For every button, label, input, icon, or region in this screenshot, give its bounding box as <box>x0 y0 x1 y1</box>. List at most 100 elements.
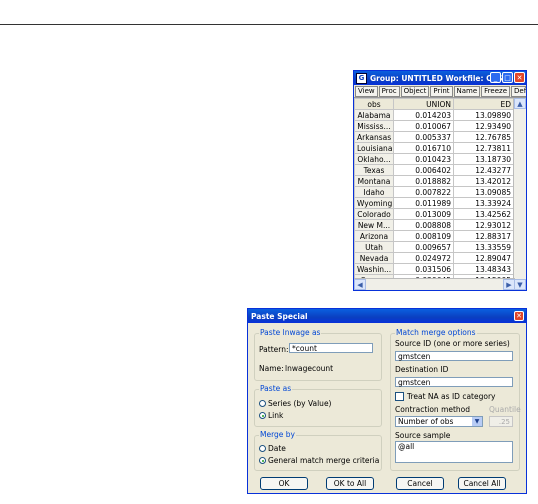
table-row[interactable]: Texas 0.006402 12.43277 <box>354 164 514 176</box>
row-label[interactable]: Utah <box>354 241 394 253</box>
table-cell[interactable]: 12.93490 <box>453 120 514 132</box>
table-cell[interactable]: 12.88317 <box>453 230 514 242</box>
name-button[interactable]: Name <box>453 86 481 97</box>
table-row[interactable]: Washin... 0.031506 13.48343 <box>354 263 514 275</box>
scroll-left-icon[interactable]: ◀ <box>354 279 366 290</box>
close-icon[interactable]: ✕ <box>514 72 525 83</box>
scroll-down-icon[interactable]: ▼ <box>514 279 526 290</box>
table-cell[interactable]: 0.010067 <box>393 120 454 132</box>
row-label[interactable]: Washin... <box>354 263 394 275</box>
table-cell[interactable]: 0.008109 <box>393 230 454 242</box>
default-button[interactable]: Default <box>511 86 526 97</box>
table-cell[interactable]: 0.005337 <box>393 131 454 143</box>
table-cell[interactable]: 12.43277 <box>453 164 514 176</box>
row-label[interactable]: Mississ... <box>354 120 394 132</box>
chevron-down-icon[interactable]: ▼ <box>472 417 482 426</box>
table-cell[interactable]: 0.014203 <box>393 109 454 121</box>
table-cell[interactable]: 12.76785 <box>453 131 514 143</box>
source-id-input[interactable]: gmstcen <box>395 351 513 361</box>
table-cell[interactable]: 13.18730 <box>453 153 514 165</box>
table-row[interactable]: Arkansas 0.005337 12.76785 <box>354 131 514 143</box>
table-cell[interactable]: 13.09085 <box>453 186 514 198</box>
table-row[interactable]: Mississ... 0.010067 12.93490 <box>354 120 514 132</box>
table-row[interactable]: Utah 0.009657 13.33559 <box>354 241 514 253</box>
paste-special-dialog[interactable]: Paste Special ✕ Paste lnwage as Pattern:… <box>247 308 527 494</box>
pattern-input[interactable]: *count <box>289 343 373 353</box>
table-cell[interactable]: 0.011989 <box>393 197 454 209</box>
print-button[interactable]: Print <box>430 86 453 97</box>
close-icon[interactable]: ✕ <box>514 311 524 321</box>
view-button[interactable]: View <box>355 86 378 97</box>
row-label[interactable]: Montana <box>354 175 394 187</box>
row-label[interactable]: Oklaho... <box>354 153 394 165</box>
row-label[interactable]: Arizona <box>354 230 394 242</box>
column-header-obs[interactable]: obs <box>354 98 394 110</box>
table-cell[interactable]: 13.42012 <box>453 175 514 187</box>
minimize-icon[interactable]: _ <box>490 72 501 83</box>
column-header-ed[interactable]: ED <box>453 98 514 110</box>
scroll-up-icon[interactable]: ▲ <box>514 98 526 109</box>
table-cell[interactable]: 12.89047 <box>453 252 514 264</box>
ok-button[interactable]: OK <box>260 477 308 490</box>
table-row[interactable]: Nevada 0.024972 12.89047 <box>354 252 514 264</box>
table-cell[interactable]: 0.024972 <box>393 252 454 264</box>
table-cell[interactable]: 0.006402 <box>393 164 454 176</box>
row-label[interactable]: Idaho <box>354 186 394 198</box>
table-cell[interactable]: 13.09890 <box>453 109 514 121</box>
group-window[interactable]: G Group: UNTITLED Workfile: CPS... _ □ ✕… <box>353 70 527 291</box>
scroll-right-icon[interactable]: ▶ <box>503 279 515 290</box>
column-header-union[interactable]: UNION <box>393 98 454 110</box>
table-row[interactable]: Colorado 0.013009 13.42562 <box>354 208 514 220</box>
cancel-button[interactable]: Cancel <box>396 477 444 490</box>
ok-to-all-button[interactable]: OK to All <box>326 477 374 490</box>
table-cell[interactable]: 0.010423 <box>393 153 454 165</box>
table-cell[interactable]: 0.013009 <box>393 208 454 220</box>
table-cell[interactable]: 13.42562 <box>453 208 514 220</box>
table-cell[interactable]: 0.008808 <box>393 219 454 231</box>
table-row[interactable]: Idaho 0.007822 13.09085 <box>354 186 514 198</box>
source-sample-input[interactable]: @all <box>395 441 513 463</box>
radio-icon <box>259 445 266 452</box>
freeze-button[interactable]: Freeze <box>481 86 511 97</box>
table-cell[interactable]: 12.93012 <box>453 219 514 231</box>
table-row[interactable]: Louisiana 0.016710 12.73811 <box>354 142 514 154</box>
radio-general-match-merge[interactable]: General match merge criteria <box>259 456 379 465</box>
object-button[interactable]: Object <box>400 86 430 97</box>
table-row[interactable]: Montana 0.018882 13.42012 <box>354 175 514 187</box>
row-label[interactable]: New M... <box>354 219 394 231</box>
radio-series-by-value[interactable]: Series (by Value) <box>259 399 331 408</box>
table-row[interactable]: Arizona 0.008109 12.88317 <box>354 230 514 242</box>
row-label[interactable]: Nevada <box>354 252 394 264</box>
cancel-all-button[interactable]: Cancel All <box>458 477 506 490</box>
treat-na-checkbox[interactable]: Treat NA as ID category <box>395 392 495 401</box>
proc-button[interactable]: Proc <box>378 86 400 97</box>
data-grid[interactable]: obs UNION ED Alabama 0.014203 13.09890 Miss… <box>354 98 514 290</box>
destination-id-input[interactable]: gmstcen <box>395 377 513 387</box>
vertical-scrollbar[interactable]: ▲ ▼ <box>513 98 526 290</box>
table-cell[interactable]: 0.031506 <box>393 263 454 275</box>
match-merge-legend: Match merge options <box>395 328 477 337</box>
table-cell[interactable]: 13.48343 <box>453 263 514 275</box>
table-cell[interactable]: 13.33559 <box>453 241 514 253</box>
maximize-icon[interactable]: □ <box>502 72 513 83</box>
contraction-method-select[interactable]: Number of obs ▼ <box>395 416 483 427</box>
table-cell[interactable]: 0.007822 <box>393 186 454 198</box>
row-label[interactable]: Alabama <box>354 109 394 121</box>
row-label[interactable]: Louisiana <box>354 142 394 154</box>
table-row[interactable]: New M... 0.008808 12.93012 <box>354 219 514 231</box>
row-label[interactable]: Texas <box>354 164 394 176</box>
table-cell[interactable]: 0.016710 <box>393 142 454 154</box>
horizontal-scrollbar[interactable]: ◀ ▶ <box>354 278 515 290</box>
table-cell[interactable]: 0.018882 <box>393 175 454 187</box>
table-cell[interactable]: 13.33924 <box>453 197 514 209</box>
table-row[interactable]: Alabama 0.014203 13.09890 <box>354 109 514 121</box>
row-label[interactable]: Arkansas <box>354 131 394 143</box>
table-row[interactable]: Wyoming 0.011989 13.33924 <box>354 197 514 209</box>
radio-link[interactable]: Link <box>259 411 283 420</box>
table-row[interactable]: Oklaho... 0.010423 13.18730 <box>354 153 514 165</box>
radio-date[interactable]: Date <box>259 444 286 453</box>
table-cell[interactable]: 0.009657 <box>393 241 454 253</box>
row-label[interactable]: Colorado <box>354 208 394 220</box>
table-cell[interactable]: 12.73811 <box>453 142 514 154</box>
row-label[interactable]: Wyoming <box>354 197 394 209</box>
